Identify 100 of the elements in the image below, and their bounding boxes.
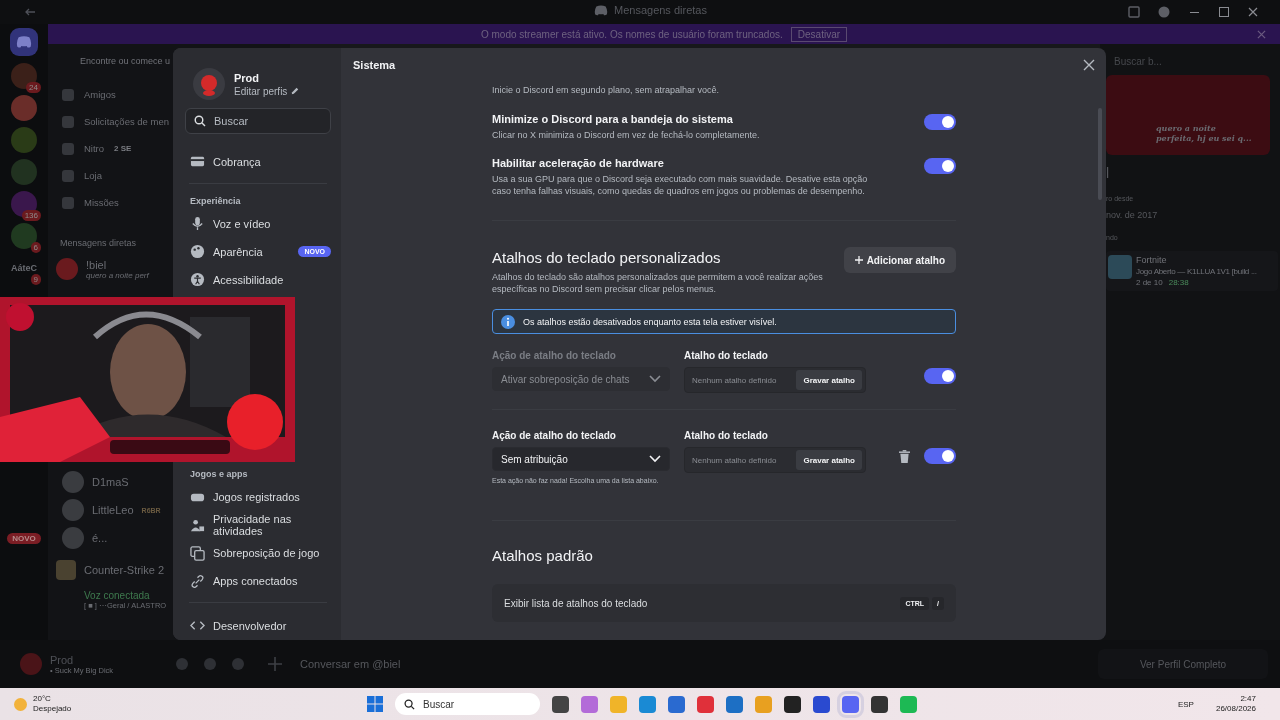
unread-badge: 136: [21, 210, 41, 221]
sidebar-item[interactable]: Desenvolvedor: [185, 612, 331, 640]
member-since-date: nov. de 2017: [1106, 210, 1159, 220]
app-icon[interactable]: [552, 695, 569, 713]
server-folder-label: AáteC: [11, 263, 37, 273]
unread-badge: 6: [30, 242, 41, 253]
game-icon: [1108, 255, 1132, 279]
discord-icon: [594, 4, 608, 16]
plus-icon: [854, 256, 863, 264]
search-field[interactable]: Buscar: [185, 108, 331, 134]
section-description: Atalhos do teclado são atalhos personalizados que permitem a você realizar ações específicas no Discord sem precisar clicar pelos menus.: [492, 271, 824, 295]
toggle-switch[interactable]: [924, 448, 956, 464]
start-icon[interactable]: [367, 696, 383, 712]
nav-item[interactable]: Amigos: [84, 89, 116, 100]
maximize-button[interactable]: [1218, 6, 1230, 18]
setting-title: Habilitar aceleração de hardware: [492, 157, 665, 169]
info-icon: [501, 314, 515, 329]
toggle-switch[interactable]: [924, 158, 956, 174]
sidebar-item[interactable]: Cobrança: [185, 147, 331, 176]
person-icon: [190, 517, 205, 533]
delete-icon[interactable]: [899, 449, 910, 463]
field-label: Ação de atalho do teclado: [492, 430, 617, 441]
setting-description: Usa a sua GPU para que o Discord seja executado com mais suavidade. Desative esta opção caso tenha falhas visuais, como quedas de quadros em jogos ou problemas de desempenho.: [492, 173, 869, 197]
discord-home-button[interactable]: [10, 28, 38, 56]
field-label: Atalho do teclado: [684, 430, 769, 441]
search-icon: [194, 114, 206, 127]
moon-icon: [14, 697, 27, 711]
close-icon[interactable]: [1248, 7, 1258, 17]
sidebar-item[interactable]: Voz e vídeo: [185, 209, 331, 238]
profile-name: l: [1106, 165, 1111, 181]
nav-item[interactable]: Loja: [84, 170, 102, 181]
unread-badge: 24: [26, 82, 41, 93]
toggle-switch[interactable]: [924, 114, 956, 130]
dm-name[interactable]: LittleLeo: [92, 504, 134, 516]
field-label: Ação de atalho do teclado: [492, 350, 617, 361]
avatar: [62, 527, 84, 549]
search-field[interactable]: Buscar: [395, 693, 540, 715]
search-icon: [404, 698, 415, 710]
sidebar-item[interactable]: Apps conectados: [185, 567, 331, 596]
shortcut-name: Exibir lista de atalhos do teclado: [504, 597, 648, 609]
nav-item[interactable]: Nitro: [84, 143, 105, 154]
game-detail: Jogo Aberto — K1LLUA 1V1 [build ...: [1136, 267, 1257, 276]
accessibility-icon: [190, 272, 205, 288]
status-text: quero a noite perfeita, hj eu sei q...: [1156, 123, 1253, 143]
profile-name: Prod: [234, 71, 261, 84]
activity-name: Counter-Strike 2: [84, 564, 165, 576]
voice-status: Voz conectada: [84, 590, 151, 601]
inbox-icon[interactable]: [1128, 6, 1140, 18]
game-name: Fortnite: [1136, 255, 1168, 265]
app-icon[interactable]: [871, 695, 888, 713]
section-title: Atalhos padrão: [492, 547, 594, 564]
close-icon[interactable]: [1083, 59, 1095, 71]
discord-logo-icon: [16, 36, 32, 48]
plus-icon[interactable]: [268, 657, 282, 671]
elapsed-time: 28:38: [1168, 278, 1189, 287]
sidebar-item[interactable]: Acessibilidade: [185, 265, 331, 294]
nav-item[interactable]: Missões: [84, 197, 119, 208]
record-shortcut-button[interactable]: Gravar atalho: [796, 450, 862, 470]
chevron-down-icon: [649, 455, 661, 463]
setting-title: Minimize o Discord para a bandeja do sistema: [492, 113, 734, 125]
action-dropdown[interactable]: Sem atribuição: [492, 447, 670, 471]
dm-name[interactable]: D1maS: [92, 476, 129, 488]
link-icon: [190, 573, 205, 589]
nitro-label: 2 SE: [114, 144, 132, 153]
setting-description: Clicar no X minimiza o Discord em vez de fechá-lo completamente.: [492, 129, 761, 141]
section-heading: Experiência: [190, 195, 242, 206]
avatar: [56, 258, 78, 280]
nav-item[interactable]: Solicitações de men: [84, 116, 170, 127]
app-icon[interactable]: [813, 695, 830, 713]
avatar: [62, 499, 84, 521]
weather-condition: Despejado: [33, 704, 72, 714]
dm-name[interactable]: !biel: [86, 258, 149, 271]
sidebar-item[interactable]: Jogos registrados: [185, 483, 331, 512]
banner-text: O modo streamer está ativo. Os nomes de usuário foram truncados.: [480, 28, 783, 40]
server-icon[interactable]: [11, 127, 37, 153]
server-icon[interactable]: [11, 223, 37, 249]
shortcut-field[interactable]: Nenhum atalho definido Gravar atalho: [684, 447, 866, 473]
dm-name[interactable]: é...: [92, 532, 108, 544]
pencil-icon: [291, 87, 300, 95]
server-icon[interactable]: [11, 63, 37, 89]
page-title: Sistema: [353, 59, 396, 71]
sidebar-item[interactable]: Aparência: [185, 237, 299, 266]
back-arrow-icon[interactable]: [24, 8, 36, 16]
app-icon[interactable]: [784, 695, 801, 713]
add-shortcut-button[interactable]: Adicionar atalho: [843, 247, 956, 273]
clock[interactable]: 2:47 26/08/2026: [1215, 694, 1256, 714]
setting-description: Inicie o Discord em segundo plano, sem atrapalhar você.: [492, 84, 721, 96]
sidebar-item[interactable]: Sobreposição de jogo: [185, 539, 331, 568]
avatar: [62, 471, 84, 493]
overlay-icon: [190, 545, 205, 561]
language-indicator[interactable]: ESP: [1177, 699, 1194, 709]
conversation-search-field[interactable]: Encontre ou comece u: [56, 53, 171, 69]
sidebar-item[interactable]: Privacidade nas atividades: [185, 511, 331, 540]
username: Prod: [50, 653, 75, 666]
server-icon[interactable]: [11, 95, 37, 121]
unread-badge: 9: [30, 274, 41, 285]
server-icon[interactable]: [11, 191, 37, 217]
field-label: Atalho do teclado: [684, 350, 769, 361]
notice-text: Os atalhos estão desativados enquanto esta tela estiver visível.: [523, 316, 777, 327]
edit-profiles-link[interactable]: Editar perfis: [234, 85, 288, 97]
